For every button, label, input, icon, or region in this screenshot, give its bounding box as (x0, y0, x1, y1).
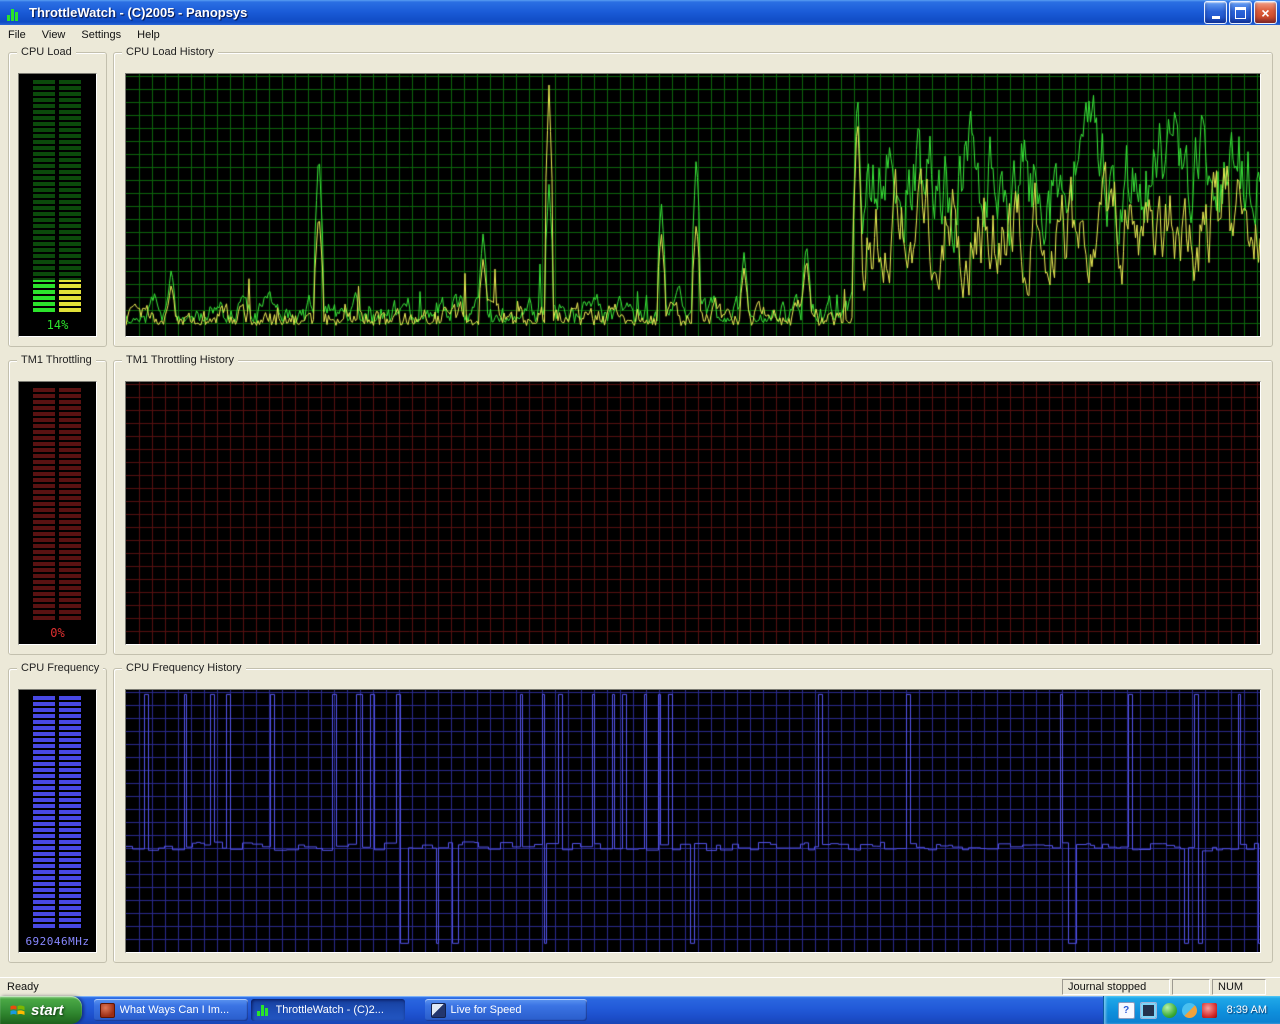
taskbar-tasks: What Ways Can I Im... ThrottleWatch - (C… (93, 996, 587, 1024)
menubar: File View Settings Help (0, 25, 1280, 45)
cpu-frequency-gauge: 692046MHz (18, 689, 97, 953)
cpu-load-history-panel: CPU Load History (113, 46, 1273, 347)
menu-settings[interactable]: Settings (73, 27, 129, 43)
cpu-load-history-chart (126, 74, 1260, 336)
status-bar: Ready Journal stopped NUM (0, 977, 1280, 996)
cpu-load-panel-label: CPU Load (17, 46, 76, 58)
close-icon: × (1261, 4, 1270, 21)
maximize-button[interactable] (1229, 1, 1252, 24)
cpu-frequency-history-chart (126, 690, 1260, 952)
tm1-throttling-history-panel: TM1 Throttling History (113, 354, 1273, 655)
cpu-frequency-panel-label: CPU Frequency (17, 662, 104, 674)
minimize-icon (1211, 16, 1220, 19)
cpu-frequency-value: 692046MHz (25, 935, 90, 948)
windows-logo-icon (9, 1002, 26, 1018)
task-label: What Ways Can I Im... (119, 1004, 230, 1016)
menu-help[interactable]: Help (129, 27, 168, 43)
task-label: Live for Speed (450, 1004, 522, 1016)
tm1-value: 0% (50, 626, 65, 640)
maximize-icon (1235, 6, 1246, 19)
close-button[interactable]: × (1254, 1, 1277, 24)
task-document-icon (99, 1002, 115, 1018)
cpu-frequency-panel: CPU Frequency 692046MHz (8, 662, 107, 963)
taskbar: start What Ways Can I Im... ThrottleWatc… (0, 996, 1280, 1024)
cpu-frequency-bar-2 (59, 696, 81, 928)
tray-help-icon[interactable]: ? (1117, 1001, 1135, 1019)
minimize-button[interactable] (1204, 1, 1227, 24)
desktop: ThrottleWatch - (C)2005 - Panopsys × Fil… (0, 0, 1280, 1024)
status-ready-text: Ready (7, 981, 39, 993)
cpu-frequency-bar-1 (33, 696, 55, 928)
tm1-bar-1 (33, 388, 55, 620)
tm1-history-frame (125, 381, 1261, 645)
tm1-throttling-history-label: TM1 Throttling History (122, 354, 238, 366)
cpu-load-value: 14% (46, 318, 69, 332)
taskbar-clock: 8:39 AM (1226, 1004, 1267, 1016)
status-num-pane: NUM (1212, 979, 1266, 995)
cpu-load-bar-2 (59, 80, 81, 312)
menu-view[interactable]: View (34, 27, 74, 43)
tray-display-icon[interactable] (1139, 1001, 1157, 1019)
task-label: ThrottleWatch - (C)2... (275, 1004, 384, 1016)
tm1-bar-2 (59, 388, 81, 620)
cpu-frequency-history-label: CPU Frequency History (122, 662, 246, 674)
cpu-load-panel: CPU Load 14% (8, 46, 107, 347)
start-button-label: start (31, 1001, 64, 1019)
task-live-for-speed-icon (430, 1002, 446, 1018)
task-throttlewatch-icon (256, 1004, 271, 1016)
tm1-throttling-history-chart (126, 382, 1260, 644)
cpu-load-history-frame (125, 73, 1261, 337)
menu-file[interactable]: File (0, 27, 34, 43)
throttlewatch-app-icon (6, 3, 24, 23)
cpu-frequency-history-panel: CPU Frequency History (113, 662, 1273, 963)
status-blank-pane (1172, 979, 1210, 995)
taskbar-task-what-ways[interactable]: What Ways Can I Im... (93, 999, 248, 1021)
client-area: CPU Load 14% CPU Load History TM1 Thrott… (0, 45, 1280, 978)
tm1-throttling-panel: TM1 Throttling 0% (8, 354, 107, 655)
window-title: ThrottleWatch - (C)2005 - Panopsys (29, 5, 248, 20)
tray-messenger-icon[interactable] (1181, 1002, 1197, 1018)
status-journal-pane: Journal stopped (1062, 979, 1170, 995)
taskbar-task-throttlewatch[interactable]: ThrottleWatch - (C)2... (250, 999, 405, 1021)
taskbar-task-live-for-speed[interactable]: Live for Speed (424, 999, 587, 1021)
tm1-throttling-gauge: 0% (18, 381, 97, 645)
cpu-load-gauge: 14% (18, 73, 97, 337)
cpu-load-history-label: CPU Load History (122, 46, 219, 58)
tm1-throttling-panel-label: TM1 Throttling (17, 354, 96, 366)
tray-network-icon[interactable] (1161, 1002, 1177, 1018)
cpu-load-bar-1 (33, 80, 55, 312)
cpu-frequency-history-frame (125, 689, 1261, 953)
start-button[interactable]: start (0, 996, 82, 1024)
system-tray: ? 8:39 AM (1102, 996, 1280, 1024)
titlebar: ThrottleWatch - (C)2005 - Panopsys × (0, 0, 1280, 25)
tray-antivirus-icon[interactable] (1201, 1002, 1217, 1018)
